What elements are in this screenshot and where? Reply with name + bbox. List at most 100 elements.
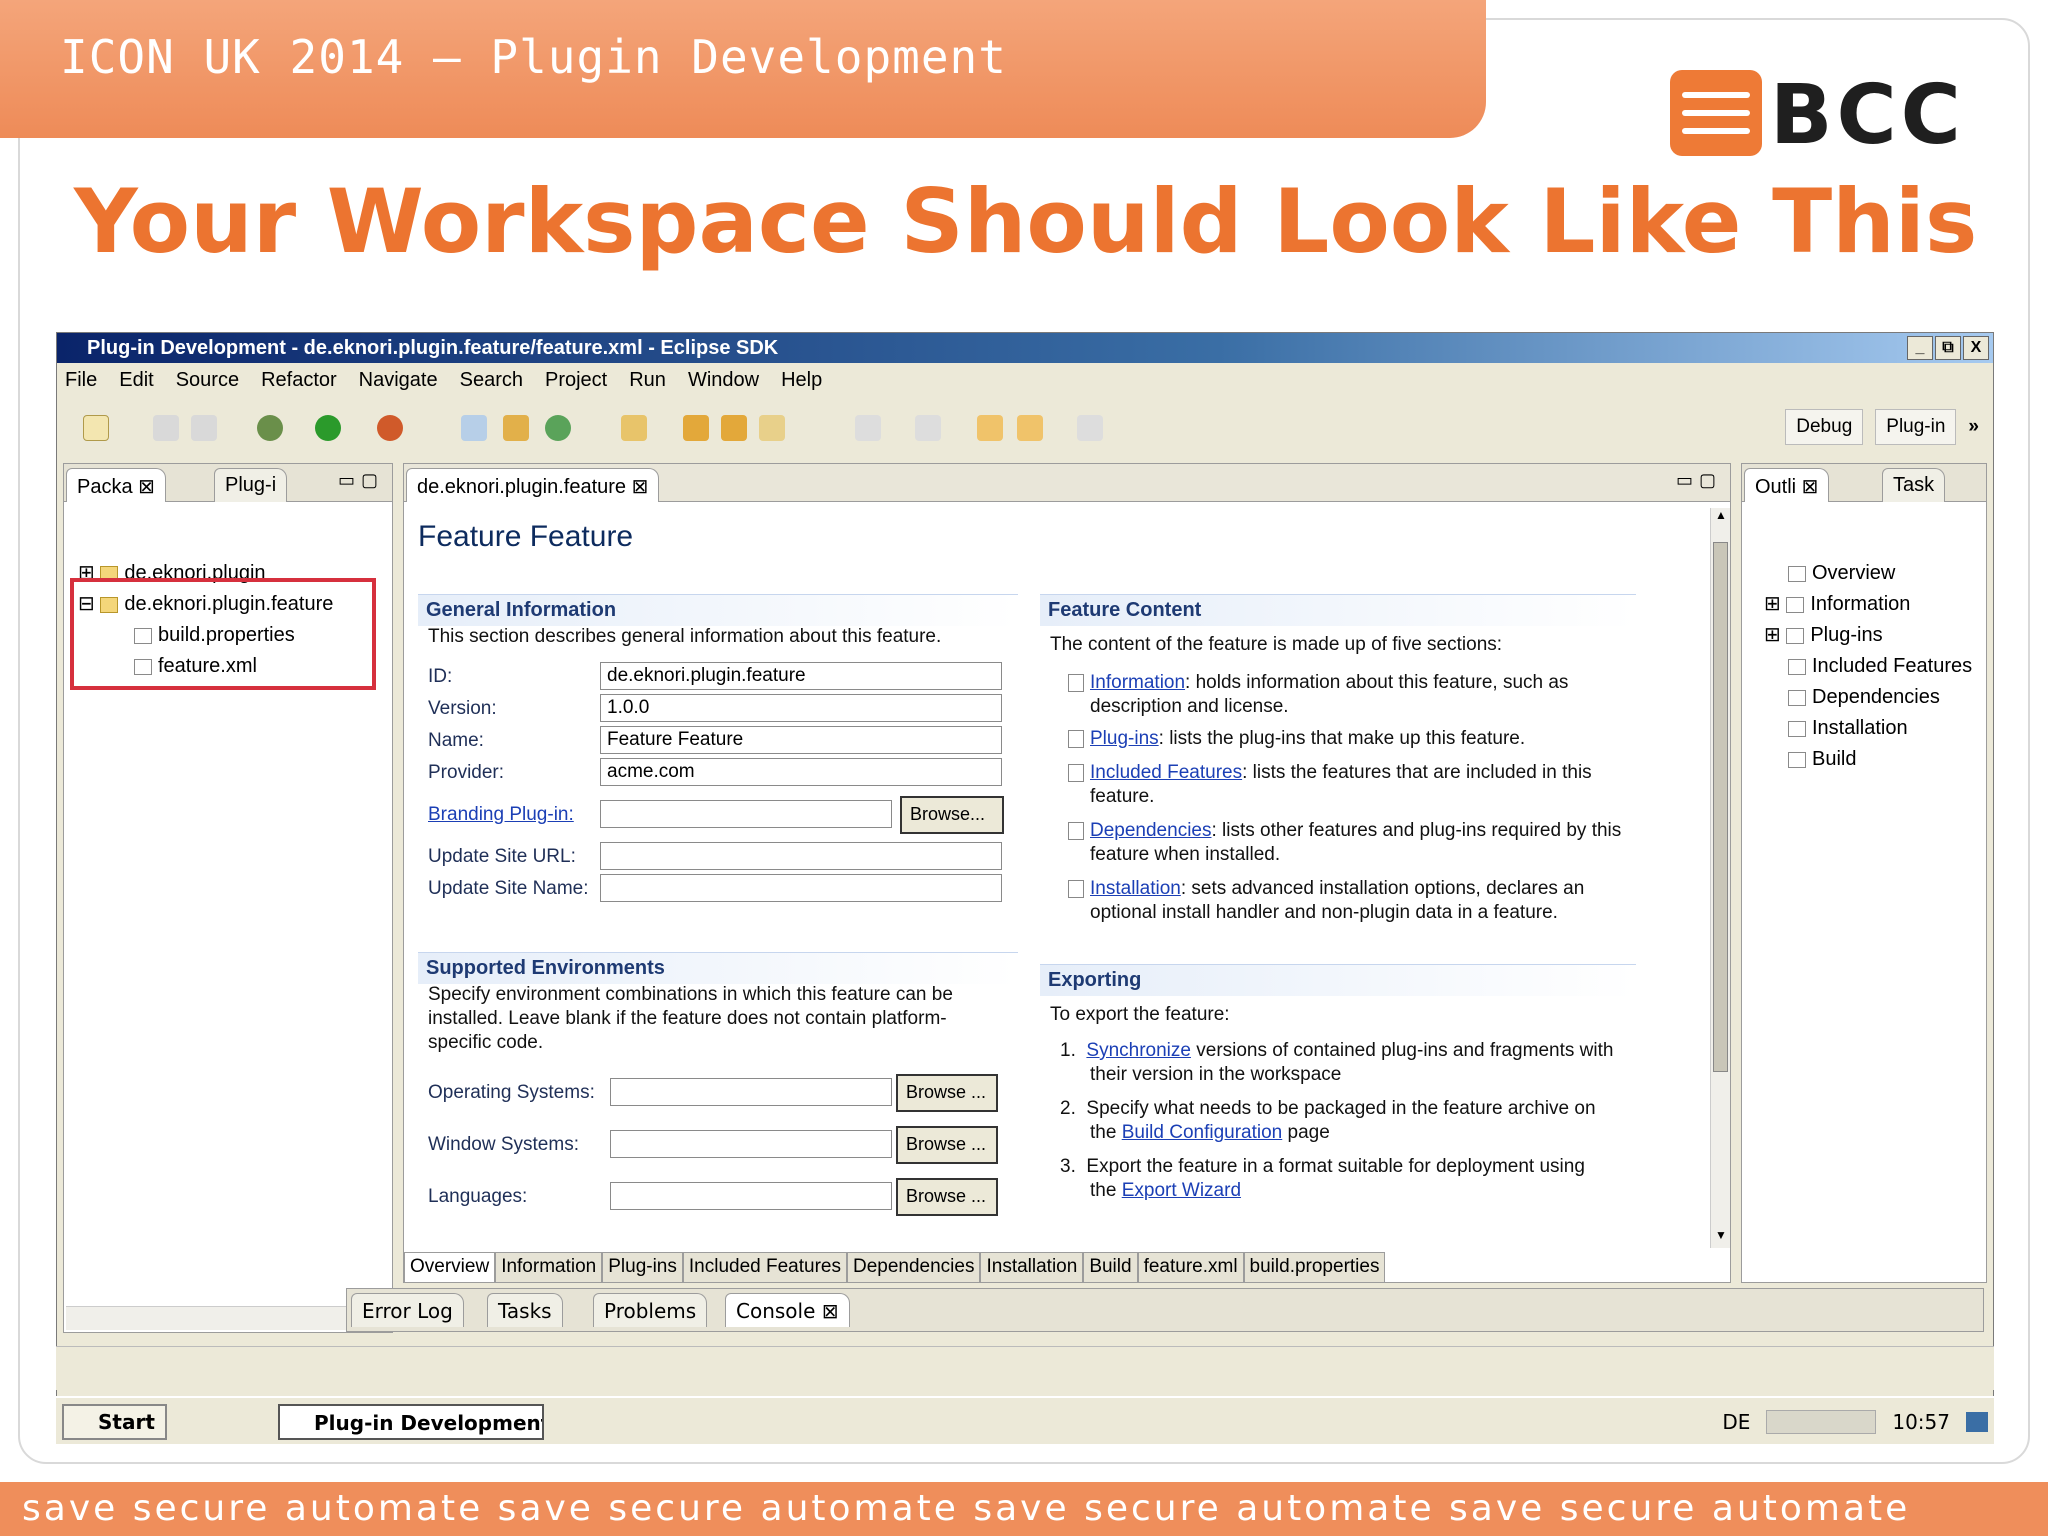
tab-included-features[interactable]: Included Features — [682, 1252, 847, 1282]
minimize-button[interactable]: _ — [1907, 336, 1933, 360]
debug-icon[interactable] — [257, 415, 283, 441]
editor-heading: Feature Feature — [418, 520, 634, 553]
perspective-switcher: Debug Plug-in » — [1785, 409, 1979, 445]
tab-installation[interactable]: Installation — [980, 1252, 1084, 1282]
provider-field[interactable]: acme.com — [600, 758, 1002, 786]
outline-item[interactable]: ⊞ Information — [1764, 589, 1972, 620]
forward-icon[interactable] — [1077, 415, 1103, 441]
language-indicator[interactable]: DE — [1722, 1410, 1750, 1434]
status-bar — [56, 1346, 1994, 1390]
tab-build-properties[interactable]: build.properties — [1243, 1252, 1386, 1282]
taskbar-eclipse-item[interactable]: Plug-in Development ... — [278, 1404, 544, 1440]
editor-minmax-icon[interactable]: ▭▢ — [1676, 470, 1722, 491]
desktop-icon[interactable] — [1966, 1412, 1988, 1432]
os-browse-button[interactable]: Browse ... — [896, 1074, 998, 1112]
menu-edit[interactable]: Edit — [119, 369, 153, 392]
dependencies-link[interactable]: Dependencies — [1090, 820, 1211, 841]
new-package-icon[interactable] — [503, 415, 529, 441]
start-button[interactable]: Start — [62, 1404, 167, 1440]
search-icon[interactable] — [759, 415, 785, 441]
eclipse-window: Plug-in Development - de.eknori.plugin.f… — [56, 332, 1994, 1444]
menu-source[interactable]: Source — [176, 369, 239, 392]
header-text: ICON UK 2014 – Plugin Development — [60, 30, 1007, 84]
tab-problems[interactable]: Problems — [593, 1293, 708, 1327]
menu-help[interactable]: Help — [781, 369, 822, 392]
tab-error-log[interactable]: Error Log — [351, 1293, 464, 1327]
tab-build[interactable]: Build — [1083, 1252, 1138, 1282]
external-tools-icon[interactable] — [377, 415, 403, 441]
languages-field[interactable] — [610, 1182, 892, 1210]
tab-feature-editor[interactable]: de.eknori.plugin.feature ⊠ — [406, 468, 660, 502]
languages-browse-button[interactable]: Browse ... — [896, 1178, 998, 1216]
update-url-field[interactable] — [600, 842, 1002, 870]
information-link[interactable]: Information — [1090, 672, 1185, 693]
open-type-icon[interactable] — [621, 415, 647, 441]
menu-navigate[interactable]: Navigate — [359, 369, 438, 392]
os-field[interactable] — [610, 1078, 892, 1106]
name-field[interactable]: Feature Feature — [600, 726, 1002, 754]
branding-plugin-link[interactable]: Branding Plug-in: — [428, 804, 574, 826]
version-label: Version: — [428, 698, 497, 719]
debug-perspective-button[interactable]: Debug — [1785, 409, 1864, 445]
installation-link[interactable]: Installation — [1090, 878, 1181, 899]
plugin-perspective-button[interactable]: Plug-in — [1875, 409, 1957, 445]
outline-item[interactable]: Overview — [1764, 558, 1972, 589]
outline-item[interactable]: Installation — [1764, 713, 1972, 744]
run-icon[interactable] — [315, 415, 341, 441]
tab-console[interactable]: Console ⊠ — [725, 1293, 850, 1327]
restore-button[interactable]: ⧉ — [1935, 336, 1961, 360]
tab-tasks[interactable]: Tasks — [487, 1293, 563, 1327]
branding-plugin-field[interactable] — [600, 800, 892, 828]
outline-item[interactable]: ⊞ Plug-ins — [1764, 620, 1972, 651]
plugins-link[interactable]: Plug-ins — [1090, 728, 1159, 749]
tab-tasks-view[interactable]: Task — [1882, 468, 1946, 502]
tab-package-explorer[interactable]: Packa ⊠ — [66, 468, 166, 502]
tab-information[interactable]: Information — [495, 1252, 603, 1282]
update-name-field[interactable] — [600, 874, 1002, 902]
next-annotation-icon[interactable] — [855, 415, 881, 441]
menu-run[interactable]: Run — [629, 369, 666, 392]
more-perspectives-icon[interactable]: » — [1968, 416, 1979, 438]
synchronize-link[interactable]: Synchronize — [1086, 1040, 1191, 1061]
edit-page-icon — [1068, 729, 1084, 748]
open-project-icon[interactable] — [683, 415, 709, 441]
tab-plugins[interactable]: Plug-i — [214, 468, 288, 502]
new-class-icon[interactable] — [545, 415, 571, 441]
open-folder-icon[interactable] — [721, 415, 747, 441]
tab-feature-xml[interactable]: feature.xml — [1137, 1252, 1244, 1282]
main-toolbar — [65, 407, 1985, 457]
ws-browse-button[interactable]: Browse ... — [896, 1126, 998, 1164]
menu-search[interactable]: Search — [460, 369, 523, 392]
tab-overview[interactable]: Overview — [404, 1252, 496, 1282]
save-icon[interactable] — [153, 415, 179, 441]
ws-field[interactable] — [610, 1130, 892, 1158]
last-edit-icon[interactable] — [977, 415, 1003, 441]
menu-refactor[interactable]: Refactor — [261, 369, 337, 392]
id-field[interactable]: de.eknori.plugin.feature — [600, 662, 1002, 690]
outline-item[interactable]: Included Features — [1764, 651, 1972, 682]
tab-outline[interactable]: Outli ⊠ — [1744, 468, 1830, 502]
outline-item[interactable]: Build — [1764, 744, 1972, 775]
new-icon[interactable] — [83, 415, 109, 441]
previous-annotation-icon[interactable] — [915, 415, 941, 441]
print-icon[interactable] — [191, 415, 217, 441]
menu-window[interactable]: Window — [688, 369, 759, 392]
version-field[interactable]: 1.0.0 — [600, 694, 1002, 722]
tab-plugins-page[interactable]: Plug-ins — [602, 1252, 683, 1282]
close-button[interactable]: X — [1963, 336, 1989, 360]
export-wizard-link[interactable]: Export Wizard — [1122, 1180, 1241, 1201]
editor-scrollbar[interactable]: ▲ ▼ — [1710, 508, 1730, 1248]
back-icon[interactable] — [1017, 415, 1043, 441]
included-features-link[interactable]: Included Features — [1090, 762, 1242, 783]
outline-item[interactable]: Dependencies — [1764, 682, 1972, 713]
branding-browse-button[interactable]: Browse... — [900, 796, 1004, 834]
tray-icons[interactable] — [1766, 1410, 1877, 1434]
view-minmax-icon[interactable]: ▭▢ — [338, 470, 384, 491]
window-title: Plug-in Development - de.eknori.plugin.f… — [87, 337, 779, 359]
build-configuration-link[interactable]: Build Configuration — [1122, 1122, 1283, 1143]
tab-dependencies[interactable]: Dependencies — [846, 1252, 981, 1282]
menu-project[interactable]: Project — [545, 369, 607, 392]
new-java-project-icon[interactable] — [461, 415, 487, 441]
horizontal-scrollbar[interactable] — [66, 1306, 390, 1330]
menu-file[interactable]: File — [65, 369, 97, 392]
